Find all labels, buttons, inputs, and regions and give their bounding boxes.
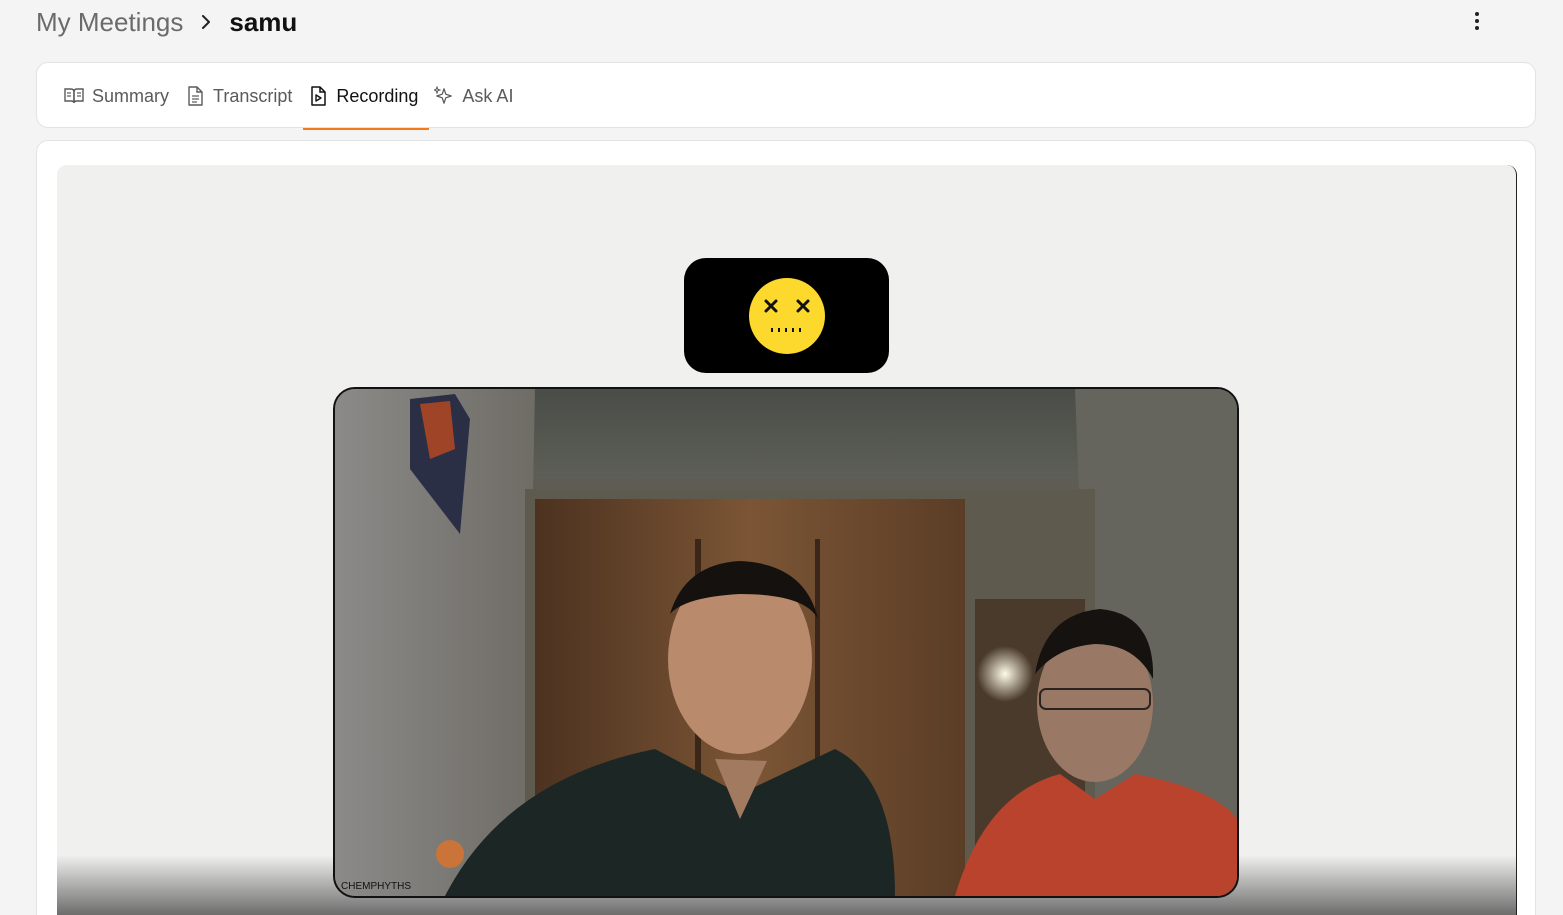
- tab-summary[interactable]: Summary: [59, 63, 180, 129]
- page-header: My Meetings samu: [36, 0, 1527, 44]
- breadcrumb-current: samu: [229, 6, 298, 37]
- document-icon: [185, 86, 205, 106]
- tabs-bar: Summary Transcript Recording Ask AI: [36, 62, 1536, 130]
- book-open-icon: [64, 86, 84, 106]
- tab-ask-ai-label: Ask AI: [462, 85, 514, 106]
- meeting-page: My Meetings samu Summary Transcript Reco…: [0, 0, 1563, 915]
- tab-transcript[interactable]: Transcript: [180, 63, 303, 129]
- tab-recording[interactable]: Recording: [303, 63, 430, 130]
- chevron-right-icon: [201, 15, 211, 29]
- more-options-icon[interactable]: [1469, 8, 1485, 34]
- tab-transcript-label: Transcript: [213, 85, 293, 106]
- tab-summary-label: Summary: [92, 85, 170, 106]
- participant-name-label: CHEMPHYTHS: [341, 881, 412, 892]
- video-frame: [335, 389, 1237, 896]
- sparkles-icon: [434, 86, 454, 106]
- dizzy-face-icon: [748, 277, 825, 354]
- tab-ask-ai[interactable]: Ask AI: [429, 63, 524, 129]
- tab-recording-label: Recording: [336, 85, 419, 106]
- participant-avatar-tile: [684, 258, 889, 373]
- file-play-icon: [308, 86, 328, 106]
- participant-video-tile: CHEMPHYTHS: [333, 387, 1239, 898]
- breadcrumb-root-link[interactable]: My Meetings: [36, 7, 183, 38]
